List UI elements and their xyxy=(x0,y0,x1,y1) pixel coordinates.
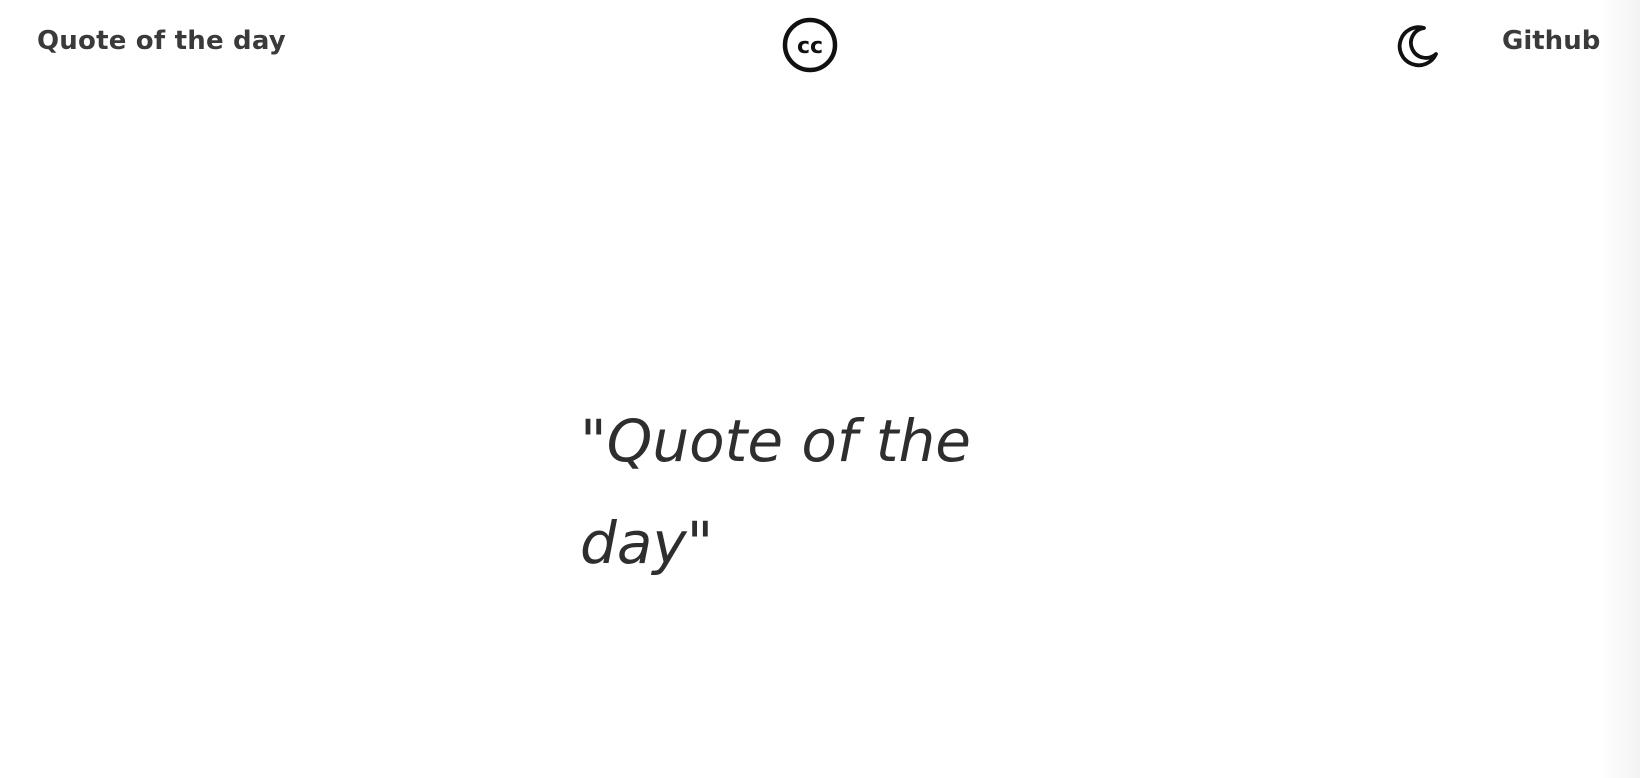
navbar: Quote of the day cc Github xyxy=(0,0,1640,92)
svg-text:cc: cc xyxy=(797,34,823,59)
brand-link[interactable]: Quote of the day xyxy=(37,26,286,56)
quote-container: "Quote of the day" xyxy=(580,390,1050,594)
scrollbar-track xyxy=(1600,0,1640,778)
page: Quote of the day cc Github "Quote of the… xyxy=(0,0,1640,778)
moon-icon[interactable] xyxy=(1394,22,1442,70)
quote-text: "Quote of the day" xyxy=(580,407,971,577)
creative-commons-icon[interactable]: cc xyxy=(781,16,839,74)
github-link[interactable]: Github xyxy=(1502,26,1600,56)
